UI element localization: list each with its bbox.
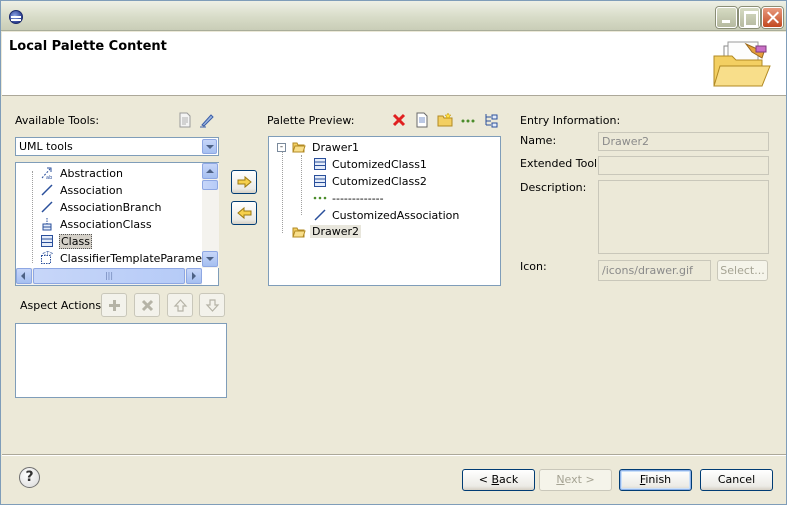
entry-information-label: Entry Information: [520,114,621,127]
scroll-thumb-vertical[interactable] [202,180,218,190]
extended-tool-label: Extended Tool: [520,157,601,170]
finish-button[interactable]: Finish [619,469,692,491]
vertical-scrollbar[interactable] [202,163,219,268]
drawer-folder-icon [292,227,306,238]
arrow-down-icon [205,299,220,312]
dialog-window: Local Palette Content Available Tools: U… [0,0,787,505]
minimize-button[interactable] [716,7,737,28]
tool-set-combo[interactable]: UML tools [15,137,219,156]
tree-lines-child [301,155,302,215]
description-label: Description: [520,181,587,194]
drawer-folder-icon [292,142,306,153]
page-title: Local Palette Content [9,39,167,54]
footer-divider [2,454,786,456]
x-icon [141,299,154,312]
next-button[interactable]: Next > [539,469,612,491]
palette-document-icon[interactable] [177,112,193,128]
chevron-down-icon[interactable] [202,139,217,154]
eclipse-icon [9,10,23,24]
add-to-palette-button[interactable] [231,170,257,194]
template-parameter-icon: <T> [41,251,53,264]
name-field[interactable]: Drawer2 [598,132,769,151]
svg-text:ab: ab [46,175,52,180]
palette-preview-tree[interactable]: - Drawer1 CutomizedClass1 CutomizedClass… [268,136,501,286]
collapse-toggle-icon[interactable]: - [277,143,286,152]
scroll-up-button[interactable] [202,163,218,179]
icon-path-field[interactable]: /icons/drawer.gif [598,260,711,281]
separator-icon [313,196,327,200]
next-button-label: Next > [556,473,595,486]
name-label: Name: [520,134,557,147]
close-button[interactable] [762,7,783,28]
title-bar[interactable] [1,1,786,31]
class-icon [314,175,326,187]
new-drawer-icon[interactable] [437,112,453,128]
new-stack-icon[interactable] [483,112,499,128]
add-aspect-button[interactable] [101,293,127,317]
delete-icon[interactable] [391,112,407,128]
help-icon[interactable]: ? [19,467,40,488]
horizontal-scrollbar[interactable]: ||| [16,268,202,285]
palette-preview-label: Palette Preview: [267,114,355,127]
association-icon [41,184,53,196]
available-tools-tree[interactable]: ab Abstraction Association AssociationBr… [15,162,219,286]
scroll-down-button[interactable] [202,251,218,267]
move-up-aspect-button[interactable] [167,293,193,317]
back-button-label: < Back [478,473,519,486]
aspect-actions-list[interactable] [15,323,227,398]
scroll-left-button[interactable] [16,268,32,284]
back-button[interactable]: < Back [462,469,535,491]
svg-text:<T>: <T> [42,251,53,257]
cancel-button[interactable]: Cancel [700,469,773,491]
new-separator-icon[interactable] [460,112,476,128]
edit-pen-icon[interactable] [199,112,215,128]
arrow-left-icon [237,206,252,220]
plus-icon [109,300,120,311]
finish-button-label: Finish [639,473,672,486]
association-class-icon [42,218,52,231]
remove-aspect-button[interactable] [134,293,160,317]
palette-folder-icon [713,41,771,87]
abstraction-icon: ab [41,167,52,180]
tree-lines [32,171,33,263]
class-icon [314,158,326,170]
remove-from-palette-button[interactable] [231,201,257,225]
move-down-aspect-button[interactable] [199,293,225,317]
description-field[interactable] [598,180,769,254]
available-tools-label: Available Tools: [15,114,100,127]
class-icon [41,235,53,247]
aspect-actions-label: Aspect Actions: [20,299,105,312]
association-icon [314,209,326,221]
extended-tool-field[interactable] [598,156,769,175]
scroll-right-button[interactable] [186,268,202,284]
arrow-up-icon [173,299,188,312]
select-icon-button[interactable]: Select... [717,260,768,281]
scroll-thumb-horizontal[interactable]: ||| [33,268,185,284]
icon-label: Icon: [520,260,547,273]
tree-lines [282,151,283,233]
association-branch-icon [41,201,53,213]
new-entry-icon[interactable] [414,112,430,128]
arrow-right-icon [237,175,252,189]
wizard-header: Local Palette Content [2,32,786,96]
maximize-button[interactable] [739,7,760,28]
